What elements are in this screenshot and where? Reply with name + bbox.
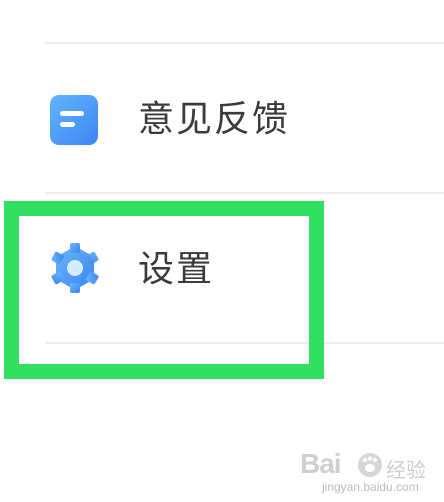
menu-item-settings[interactable]: 设置	[0, 198, 444, 346]
watermark-text: 经验	[386, 458, 426, 482]
menu-item-label: 设置	[138, 249, 215, 290]
divider-bottom	[45, 342, 444, 344]
divider-middle	[45, 192, 444, 194]
document-icon	[47, 92, 103, 148]
divider-top	[45, 42, 444, 44]
gear-icon	[47, 242, 103, 298]
menu-item-label: 意见反馈	[138, 99, 291, 140]
paw-icon	[357, 452, 383, 478]
watermark: Bai 经验 jingyan.baidu.com	[300, 448, 440, 496]
watermark-logo: Bai	[300, 448, 342, 479]
menu-item-feedback[interactable]: 意见反馈	[0, 48, 444, 196]
watermark-url: jingyan.baidu.com	[322, 480, 419, 494]
